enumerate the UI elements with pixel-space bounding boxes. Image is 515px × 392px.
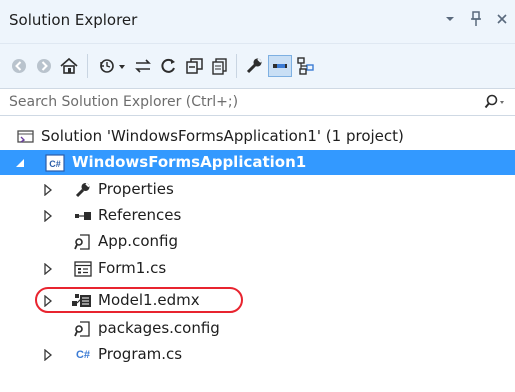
tree-item-label: Program.cs (98, 345, 183, 363)
config-file-icon (73, 319, 93, 338)
search-input[interactable]: Search Solution Explorer (Ctrl+;) (9, 94, 238, 110)
csharp-file-icon: C# (73, 345, 93, 364)
panel-titlebar: Solution Explorer (0, 0, 515, 44)
tree-row-form1[interactable]: Form1.cs (0, 256, 515, 281)
tree-row-app-config[interactable]: App.config (0, 229, 515, 254)
history-dropdown-icon[interactable] (97, 55, 129, 77)
tree-item-label: Form1.cs (98, 259, 167, 277)
csharp-project-icon: C# (44, 153, 66, 172)
sync-icon[interactable] (132, 55, 154, 77)
search-bar[interactable]: Search Solution Explorer (Ctrl+;) (0, 88, 515, 116)
tree-item-label: WindowsFormsApplication1 (72, 153, 307, 171)
refresh-icon[interactable] (158, 55, 180, 77)
show-all-files-icon[interactable] (209, 55, 231, 77)
tree-item-label: Properties (98, 180, 174, 198)
tree-row-properties[interactable]: Properties (0, 177, 515, 202)
collapsed-arrow-icon[interactable] (42, 262, 54, 275)
preview-selected-items-icon[interactable] (268, 55, 292, 77)
tree-row-solution[interactable]: Solution 'WindowsFormsApplication1' (1 p… (0, 124, 515, 149)
form-icon (73, 259, 93, 278)
tree-item-label: packages.config (98, 319, 220, 337)
project-icon-text: C# (49, 159, 61, 169)
toolbar-separator (236, 54, 237, 78)
tree-item-label: Model1.edmx (98, 291, 200, 309)
tree-item-label: References (98, 206, 182, 224)
tree-row-model1-edmx[interactable]: Model1.edmx (0, 288, 515, 313)
wrench-icon (73, 180, 93, 199)
collapsed-arrow-icon[interactable] (42, 348, 54, 361)
collapsed-arrow-icon[interactable] (42, 209, 54, 222)
tree-item-label: App.config (98, 232, 178, 250)
references-icon (73, 206, 93, 225)
title-controls (443, 10, 509, 28)
window-position-dropdown-icon[interactable] (443, 10, 457, 28)
tree-item-label: Solution 'WindowsFormsApplication1' (1 p… (41, 127, 404, 145)
search-icon[interactable] (483, 92, 507, 112)
tree-row-references[interactable]: References (0, 203, 515, 228)
tree-row-program[interactable]: C# Program.cs (0, 342, 515, 367)
panel-title: Solution Explorer (9, 11, 138, 29)
pin-icon[interactable] (469, 10, 483, 28)
entity-model-icon (71, 291, 93, 310)
forward-icon[interactable] (33, 55, 55, 77)
back-icon[interactable] (8, 55, 30, 77)
collapsed-arrow-icon[interactable] (42, 183, 54, 196)
close-icon[interactable] (495, 10, 509, 28)
solution-explorer-window: Solution Explorer Search Solution Explor… (0, 0, 515, 392)
config-file-icon (73, 232, 93, 251)
expanded-arrow-icon[interactable] (14, 156, 26, 169)
toolbar-separator (87, 54, 88, 78)
collapse-all-icon[interactable] (184, 55, 206, 77)
tree-row-packages-config[interactable]: packages.config (0, 316, 515, 341)
home-icon[interactable] (58, 55, 80, 77)
collapsed-arrow-icon[interactable] (42, 294, 54, 307)
toolbar (0, 44, 515, 88)
csharp-file-icon-text: C# (75, 348, 91, 361)
properties-wrench-icon[interactable] (244, 55, 266, 77)
solution-icon (16, 127, 36, 146)
class-diagram-icon[interactable] (295, 55, 317, 77)
tree-row-project[interactable]: C# WindowsFormsApplication1 (0, 150, 515, 175)
